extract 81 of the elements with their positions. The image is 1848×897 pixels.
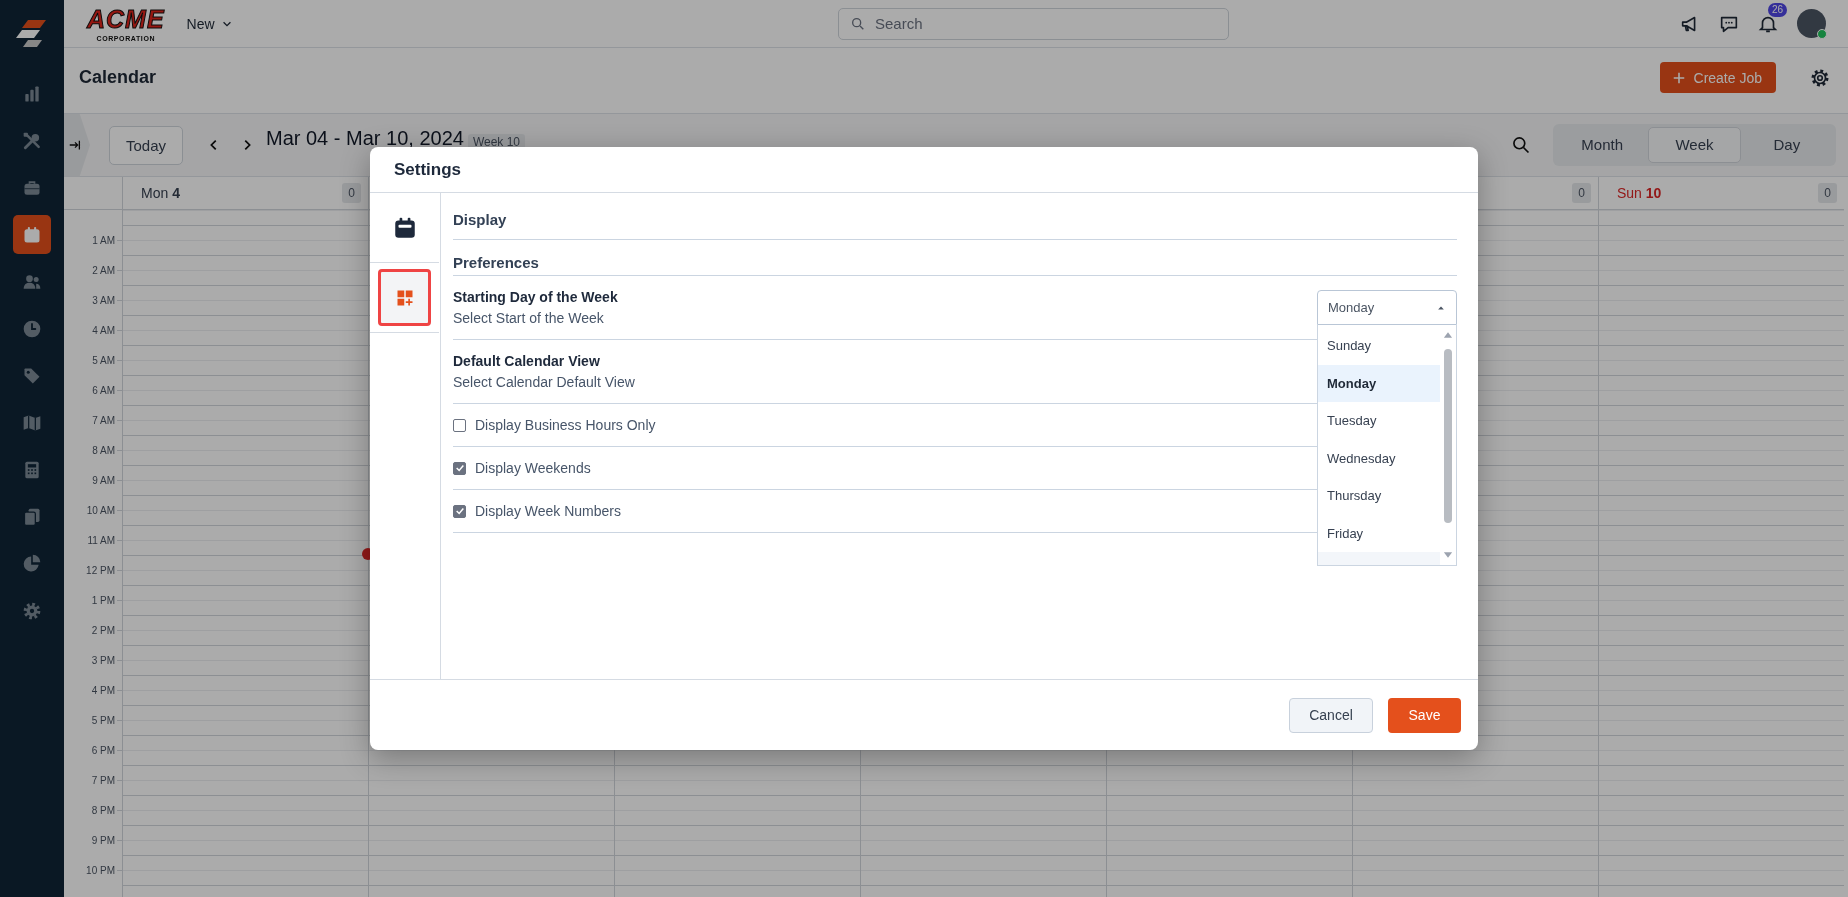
dropdown-option[interactable]: Sunday (1318, 327, 1440, 365)
time-label: 5 PM (91, 714, 115, 726)
logo-wordmark: ACME (87, 5, 165, 34)
time-label: 6 AM (92, 384, 115, 396)
documents-icon (22, 506, 42, 527)
dropdown-option[interactable]: Tuesday (1318, 402, 1440, 440)
day-name: Mon 4 (141, 185, 181, 201)
clock-icon (22, 318, 42, 339)
time-label: 7 AM (92, 414, 115, 426)
date-range: Mar 04 - Mar 10, 2024 (266, 126, 464, 150)
checkbox-label: Display Business Hours Only (475, 417, 656, 433)
setting-description: Select Calendar Default View (453, 374, 635, 390)
time-label: 10 PM (86, 864, 115, 876)
pie-chart-icon (22, 553, 42, 574)
time-label: 8 AM (92, 444, 115, 456)
dropdown-option[interactable]: Wednesday (1318, 439, 1440, 477)
view-tab[interactable]: Month (1556, 127, 1649, 163)
time-label: 2 PM (91, 624, 115, 636)
checkbox[interactable] (453, 418, 466, 432)
setting-title: Default Calendar View (453, 353, 600, 369)
dropdown-option[interactable]: Monday (1318, 364, 1440, 402)
dropdown-option[interactable]: Thursday (1318, 477, 1440, 515)
dialog-title: Settings (394, 159, 462, 180)
time-label: 3 PM (91, 654, 115, 666)
checkbox-label: Display Week Numbers (475, 503, 621, 519)
time-label: 4 PM (91, 684, 115, 696)
time-label: 2 AM (92, 264, 115, 276)
section-heading: Display (453, 193, 1457, 240)
search-field[interactable]: Search (838, 7, 1229, 40)
time-label: 4 AM (92, 324, 115, 336)
time-label: 5 AM (92, 354, 115, 366)
time-label: 1 PM (91, 594, 115, 606)
cancel-button[interactable]: Cancel (1289, 697, 1373, 733)
arrow-to-bar-icon (68, 138, 82, 152)
time-label: 6 PM (91, 744, 115, 756)
search-icon (1511, 135, 1531, 155)
scrollbar-thumb[interactable] (1444, 349, 1452, 523)
search-icon (850, 15, 866, 32)
notification-count: 26 (1767, 2, 1787, 17)
checkbox[interactable] (453, 461, 466, 475)
event-count: 0 (1818, 183, 1837, 203)
section-subheading: Preferences (453, 240, 1457, 276)
checkbox[interactable] (453, 504, 466, 518)
time-label: 12 PM (86, 564, 115, 576)
checkbox-label: Display Weekends (475, 460, 591, 476)
checkmark-icon (454, 506, 465, 516)
expand-panel-button[interactable] (64, 113, 90, 177)
checkmark-icon (454, 463, 465, 473)
new-menu-button[interactable]: New (186, 15, 233, 32)
nav-button[interactable] (13, 215, 51, 254)
time-label: 9 AM (92, 474, 115, 486)
setting-description: Select Start of the Week (453, 310, 604, 326)
event-count: 0 (1572, 183, 1591, 203)
settings-icon (22, 600, 42, 621)
plus-icon (1671, 70, 1686, 85)
user-avatar[interactable] (1797, 9, 1826, 38)
brand-logo-icon (16, 17, 48, 50)
calendar-icon (22, 224, 42, 245)
save-button[interactable]: Save (1388, 697, 1461, 733)
select-field[interactable]: Monday (1317, 290, 1457, 325)
time-label: 10 AM (86, 504, 115, 516)
time-label: 7 PM (91, 774, 115, 786)
setting-title: Starting Day of the Week (453, 289, 618, 305)
view-tab[interactable]: Week (1648, 127, 1741, 163)
event-count: 0 (342, 183, 361, 203)
tools-icon (22, 130, 42, 151)
time-label: 11 AM (87, 534, 115, 546)
time-label: 1 AM (92, 234, 115, 246)
dropdown-option[interactable]: Friday (1318, 514, 1440, 552)
page-title: Calendar (79, 67, 157, 88)
scroll-up-icon (1443, 330, 1453, 339)
scroll-down-icon (1443, 551, 1453, 560)
view-tab[interactable]: Day (1740, 127, 1833, 163)
time-label: 3 AM (92, 294, 115, 306)
today-button[interactable]: Today (109, 125, 183, 165)
calculator-icon (22, 459, 42, 480)
day-name: Sun 10 (1617, 185, 1663, 201)
time-label: 9 PM (91, 834, 115, 846)
grid-plus-icon (395, 288, 414, 307)
online-status-dot (1817, 29, 1827, 39)
time-label: 8 PM (91, 804, 115, 816)
